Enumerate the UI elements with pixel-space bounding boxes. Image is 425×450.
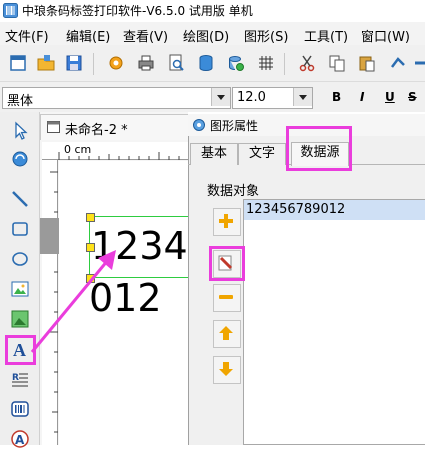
annotation-arrow	[30, 250, 116, 353]
